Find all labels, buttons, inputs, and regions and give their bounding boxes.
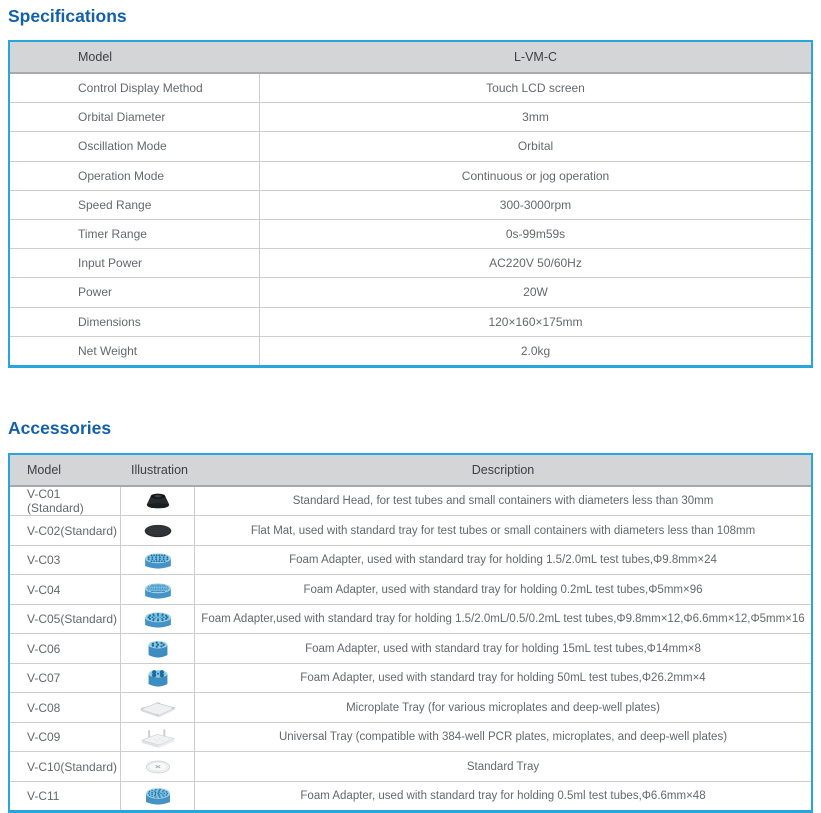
spec-row-label: Net Weight — [10, 336, 260, 365]
standard-tray-icon — [121, 752, 195, 781]
foam-adapter-24-icon — [121, 545, 195, 575]
spec-row-value: 120×160×175mm — [488, 314, 583, 329]
universal-tray-icon — [121, 722, 195, 752]
accessory-description: Microplate Tray (for various microplates… — [346, 701, 660, 714]
spec-row-value: 20W — [523, 285, 548, 300]
accessory-model: V-C10(Standard) — [10, 752, 121, 781]
accessory-description: Foam Adapter,used with standard tray for… — [201, 613, 805, 626]
accessory-description: Universal Tray (compatible with 384-well… — [278, 731, 728, 744]
accessory-row: V-C10(Standard) Standard Tray — [10, 752, 811, 782]
flat-mat-icon — [121, 516, 195, 545]
accessories-table: Model Illustration Description V-C01 (St… — [8, 452, 813, 813]
accessory-row: V-C11 Foam Adapter, used with standard t… — [10, 781, 811, 811]
spec-header-model-label: Model — [78, 50, 113, 64]
accessories-title: Accessories — [8, 417, 112, 438]
accessory-model: V-C02(Standard) — [10, 516, 121, 545]
foam-adapter-96-icon — [121, 575, 195, 604]
spec-row-value: Continuous or jog operation — [461, 168, 610, 183]
spec-row-value: Touch LCD screen — [486, 81, 585, 96]
spec-table-row: Orbital Diameter 3mm — [10, 103, 811, 133]
accessory-description: Flat Mat, used with standard tray for te… — [250, 524, 756, 537]
spec-table-row: Input Power AC220V 50/60Hz — [10, 249, 811, 279]
spec-row-value: 0s-99m59s — [505, 227, 566, 242]
spec-table-row: Operation Mode Continuous or jog operati… — [10, 161, 811, 191]
standard-head-icon — [121, 486, 195, 516]
spec-row-label: Speed Range — [10, 190, 260, 219]
spec-row-value: 300-3000rpm — [499, 197, 572, 212]
specifications-table: Model L-VM-C Control Display Method Touc… — [8, 40, 813, 368]
microplate-tray-icon — [121, 693, 195, 722]
accessory-row: V-C03 Foam Adapter, used with standard t… — [10, 545, 811, 576]
spec-header-model-value: L-VM-C — [513, 50, 558, 64]
spec-table-header: Model L-VM-C — [10, 42, 811, 74]
specifications-title: Specifications — [8, 6, 127, 26]
spec-table-row: Control Display Method Touch LCD screen — [10, 74, 811, 104]
accessory-row: V-C01 (Standard) Standard Head, for test… — [10, 486, 811, 517]
accessory-description: Foam Adapter, used with standard tray fo… — [303, 583, 703, 596]
accessories-table-header: Model Illustration Description — [10, 454, 811, 487]
accessory-description: Standard Head, for test tubes and small … — [292, 495, 714, 508]
accessory-row: V-C04 Foam Adapter, used with standard t… — [10, 575, 811, 605]
spec-row-label: Orbital Diameter — [10, 103, 260, 132]
spec-table-row: Power 20W — [10, 278, 811, 308]
accessory-model: V-C04 — [10, 575, 121, 604]
foam-adapter-48-icon — [121, 781, 195, 811]
spec-row-label: Power — [10, 278, 260, 307]
foam-adapter-15ml-icon — [121, 634, 195, 663]
spec-row-label: Dimensions — [10, 307, 260, 336]
spec-table-row: Oscillation Mode Orbital — [10, 132, 811, 162]
acc-header-illustration: Illustration — [131, 462, 188, 477]
accessory-row: V-C02(Standard) Flat Mat, used with stan… — [10, 516, 811, 546]
spec-row-value: Orbital — [517, 139, 554, 154]
spec-row-label: Control Display Method — [10, 74, 260, 103]
spec-row-value: 3mm — [522, 110, 549, 125]
spec-table-row: Timer Range 0s-99m59s — [10, 219, 811, 250]
accessory-model: V-C06 — [10, 634, 121, 663]
spec-table-row: Dimensions 120×160×175mm — [10, 307, 811, 337]
accessories-table-body: V-C01 (Standard) Standard Head, for test… — [10, 486, 811, 811]
accessory-model: V-C11 — [10, 781, 121, 811]
accessory-model: V-C03 — [10, 545, 121, 575]
foam-adapter-50ml-icon — [121, 663, 195, 693]
page: Specifications Model L-VM-C Control Disp… — [0, 6, 821, 813]
accessory-row: V-C05(Standard) Foam Adapter,used with s… — [10, 604, 811, 635]
accessory-row: V-C06 Foam Adapter, used with standard t… — [10, 634, 811, 664]
accessory-model: V-C01 (Standard) — [10, 486, 121, 516]
accessory-model: V-C08 — [10, 693, 121, 722]
foam-adapter-mixed-icon — [121, 604, 195, 634]
accessory-model: V-C05(Standard) — [10, 604, 121, 634]
spec-row-label: Input Power — [10, 249, 260, 278]
accessory-row: V-C08 Microplate Tray (for various micro… — [10, 693, 811, 723]
spec-row-label: Oscillation Mode — [10, 132, 260, 161]
accessory-description: Foam Adapter, used with standard tray fo… — [300, 790, 706, 803]
accessory-description: Foam Adapter, used with standard tray fo… — [305, 642, 701, 655]
spec-table-row: Speed Range 300-3000rpm — [10, 190, 811, 220]
spec-row-label: Operation Mode — [10, 161, 260, 190]
acc-header-description: Description — [471, 462, 535, 477]
accessory-model: V-C07 — [10, 663, 121, 693]
accessory-description: Foam Adapter, used with standard tray fo… — [300, 672, 706, 685]
accessory-model: V-C09 — [10, 722, 121, 752]
spec-row-value: 2.0kg — [520, 343, 551, 358]
accessory-description: Standard Tray — [466, 760, 540, 773]
spec-table-body: Control Display Method Touch LCD screen … — [10, 74, 811, 365]
accessory-row: V-C07 Foam Adapter, used with standard t… — [10, 663, 811, 694]
acc-header-model: Model — [27, 462, 62, 477]
spec-row-label: Timer Range — [10, 219, 260, 249]
spec-table-row: Net Weight 2.0kg — [10, 336, 811, 365]
accessory-row: V-C09 Universal Tray (compatible with 38… — [10, 722, 811, 753]
accessory-description: Foam Adapter, used with standard tray fo… — [289, 554, 717, 567]
spec-row-value: AC220V 50/60Hz — [489, 256, 582, 271]
